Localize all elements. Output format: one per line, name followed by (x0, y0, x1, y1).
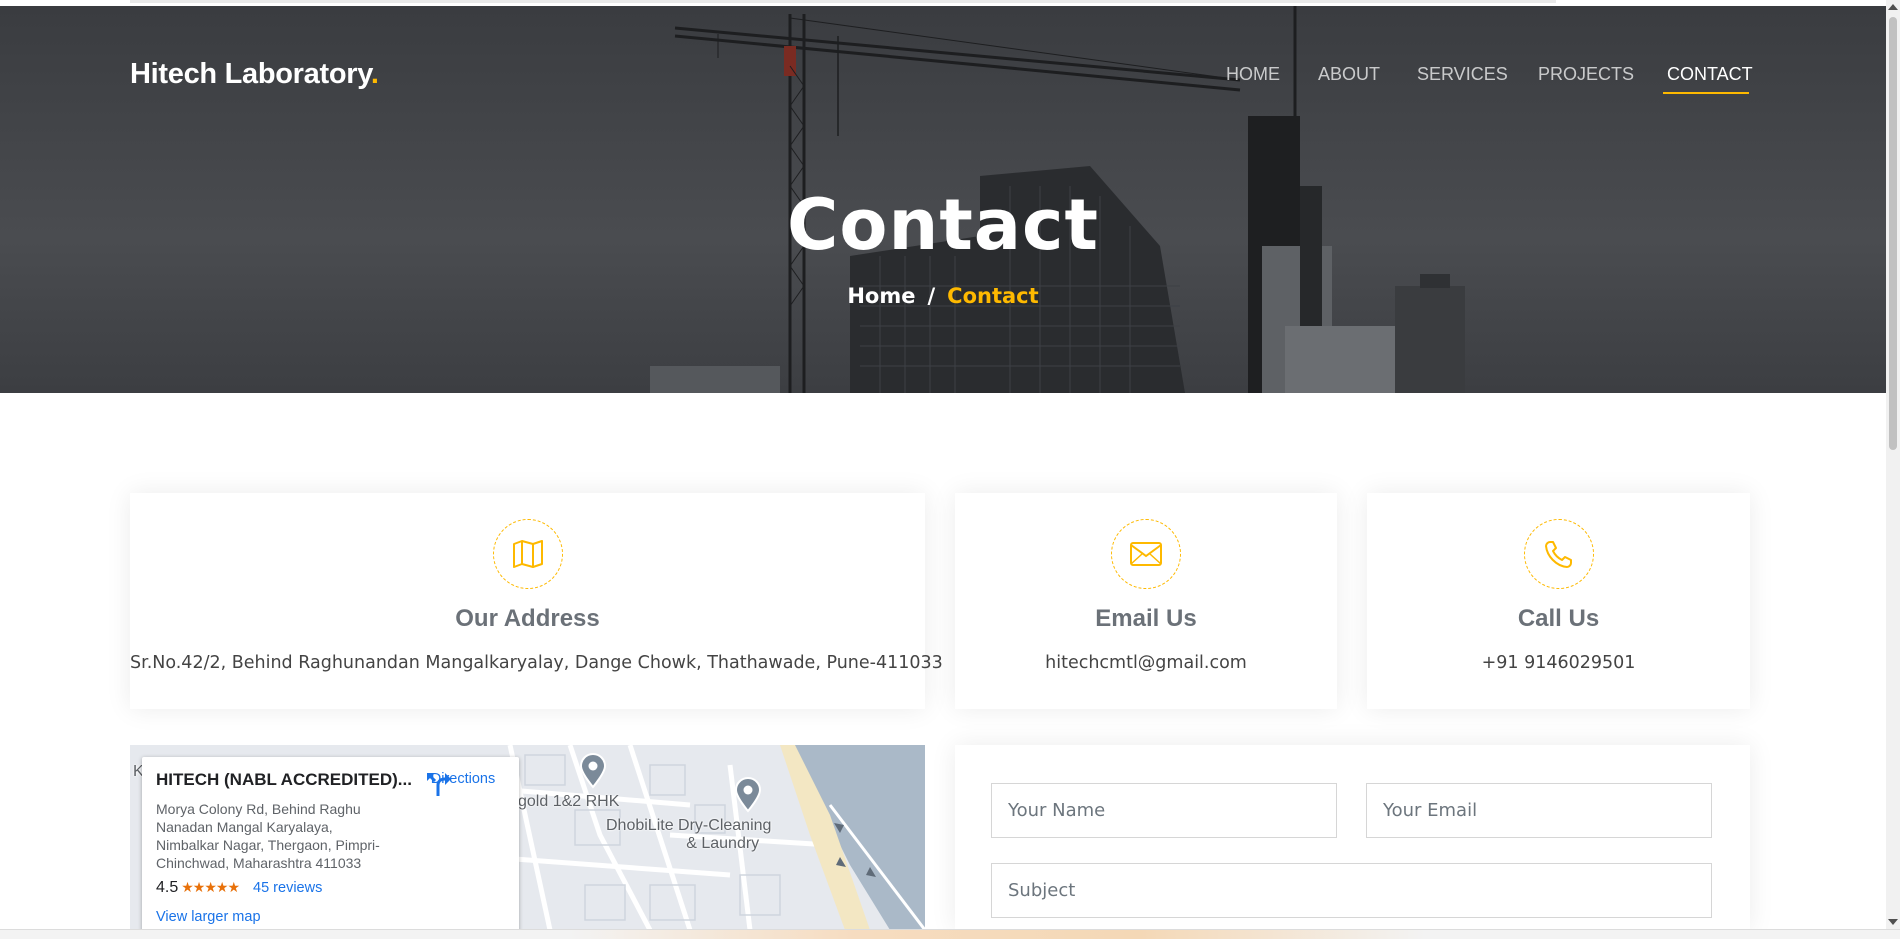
page-header-hero: Hitech Laboratory. HOME ABOUT SERVICES P… (0, 6, 1886, 393)
address-title: Our Address (455, 605, 600, 632)
breadcrumb: Home / Contact (0, 284, 1886, 308)
nav-item-about[interactable]: ABOUT (1318, 64, 1380, 85)
map-icon (492, 519, 563, 589)
brand-name: Hitech Laboratory (130, 58, 371, 90)
laundry-label-line2: & Laundry (686, 835, 760, 852)
subject-field[interactable] (991, 863, 1712, 918)
map-place-card: HITECH (NABL ACCREDITED)... Morya Colony… (142, 757, 519, 930)
breadcrumb-home-link[interactable]: Home (847, 284, 915, 308)
rating-stars-icon: ★★★★★ (181, 879, 240, 895)
top-edge-line (130, 0, 1556, 3)
nav-item-home[interactable]: HOME (1226, 64, 1280, 85)
email-card: Email Us hitechcmtl@gmail.com (955, 493, 1337, 709)
breadcrumb-current: Contact (947, 284, 1039, 308)
site-logo[interactable]: Hitech Laboratory. (130, 58, 379, 91)
scroll-down-arrow-icon[interactable] (1888, 919, 1898, 925)
phone-card: Call Us +91 9146029501 (1367, 493, 1750, 709)
nav-item-contact[interactable]: CONTACT (1667, 64, 1753, 85)
vertical-scrollbar[interactable] (1886, 0, 1900, 929)
map-pin-icon[interactable] (578, 753, 608, 789)
page-title: Contact (787, 184, 1099, 266)
contact-form (955, 745, 1750, 930)
map-place-label: gold 1&2 RHK (518, 793, 620, 810)
place-name: HITECH (NABL ACCREDITED)... (156, 770, 412, 789)
brand-dot: . (370, 58, 379, 90)
breadcrumb-separator: / (927, 284, 936, 308)
nav-item-projects[interactable]: PROJECTS (1538, 64, 1634, 85)
subject-input[interactable] (1008, 880, 1711, 901)
directions-button[interactable]: Directions (425, 771, 501, 796)
phone-text[interactable]: +91 9146029501 (1367, 653, 1750, 673)
rating-value: 4.5 (156, 879, 179, 896)
phone-title: Call Us (1517, 605, 1600, 632)
email-title: Email Us (1095, 605, 1197, 632)
address-text: Sr.No.42/2, Behind Raghunandan Mangalkar… (130, 653, 943, 673)
email-input[interactable] (1383, 800, 1711, 821)
name-input[interactable] (1008, 800, 1336, 821)
map-place-label-laundry: DhobiLite Dry-Cleaning & Laundry (606, 817, 771, 853)
email-text[interactable]: hitechcmtl@gmail.com (955, 653, 1337, 673)
map-pin-icon[interactable] (733, 777, 763, 813)
directions-icon (427, 773, 451, 796)
email-field[interactable] (1366, 783, 1712, 838)
place-address: Morya Colony Rd, Behind Raghu Nanadan Ma… (156, 801, 380, 871)
name-field[interactable] (991, 783, 1337, 838)
laundry-label-line1: DhobiLite Dry-Cleaning (606, 817, 772, 834)
place-rating: 4.5 ★★★★★ 45 reviews (156, 879, 322, 897)
embedded-google-map[interactable]: K gold 1&2 RHK DhobiLite Dry-Cleaning & … (130, 745, 925, 930)
active-nav-underline (1663, 92, 1749, 94)
reviews-link[interactable]: 45 reviews (253, 880, 322, 896)
envelope-icon (1111, 519, 1181, 589)
nav-item-services[interactable]: SERVICES (1417, 64, 1508, 85)
bottom-edge-strip (0, 929, 1900, 939)
view-larger-map-link[interactable]: View larger map (156, 909, 261, 925)
phone-icon (1523, 519, 1594, 589)
scrollbar-thumb[interactable] (1889, 17, 1897, 450)
address-card: Our Address Sr.No.42/2, Behind Raghunand… (130, 493, 943, 709)
scroll-up-arrow-icon[interactable] (1888, 4, 1898, 10)
